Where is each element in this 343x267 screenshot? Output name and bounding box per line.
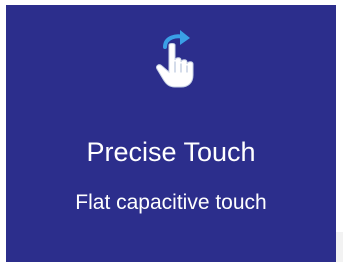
edge-mark [336,232,343,262]
feature-card: Precise Touch Flat capacitive touch [6,5,336,262]
feature-subtitle: Flat capacitive touch [75,191,267,214]
touch-swipe-hand-icon [145,27,207,89]
feature-title: Precise Touch [86,137,256,167]
